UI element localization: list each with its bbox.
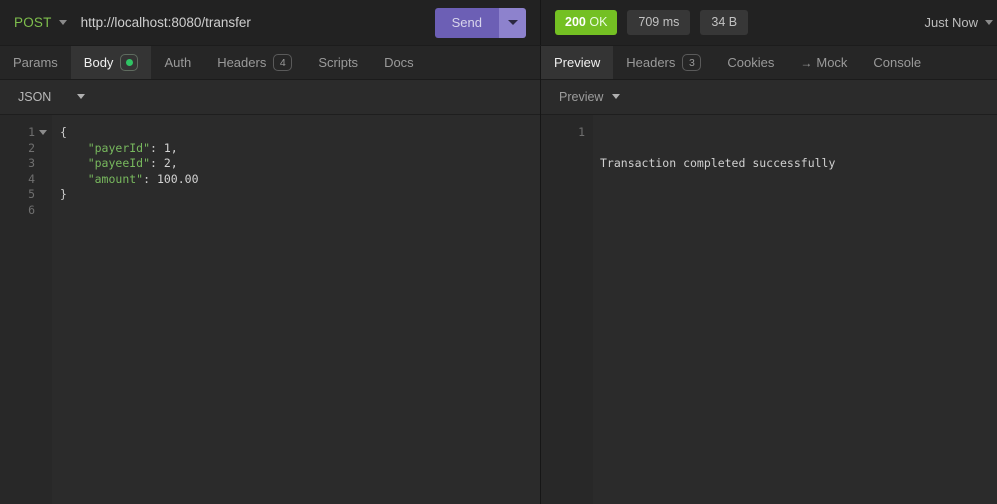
http-method-selector[interactable]: POST	[14, 15, 67, 30]
tab-label: Mock	[816, 55, 848, 70]
tab-label: Headers	[217, 55, 267, 70]
url-bar-left: POST Send	[0, 0, 541, 45]
request-editor-code[interactable]: { "payerId": 1, "payeeId": 2, "amount": …	[52, 115, 540, 504]
line-number: 4	[28, 171, 35, 186]
tab-docs[interactable]: Docs	[371, 46, 427, 79]
url-input[interactable]	[80, 0, 425, 45]
tab-count-badge: 3	[682, 54, 702, 71]
body-format-label: JSON	[18, 90, 52, 104]
line-number: 1	[0, 125, 52, 141]
request-editor-gutter: 123456	[0, 115, 52, 504]
line-number: 2	[28, 140, 35, 155]
green-dot	[125, 59, 133, 66]
send-button[interactable]: Send	[434, 7, 499, 38]
tab-label: Docs	[384, 55, 414, 70]
response-view-selector[interactable]: Preview	[559, 90, 621, 104]
response-editor-code: Transaction completed successfully	[593, 115, 997, 504]
json-key: "payerId"	[87, 140, 151, 155]
json-punctuation: }	[60, 187, 67, 202]
tab-label: Headers	[626, 55, 676, 70]
json-punctuation: :	[150, 140, 164, 155]
response-line: Transaction completed successfully	[600, 156, 836, 171]
line-number: 3	[28, 156, 35, 171]
json-punctuation: :	[143, 171, 157, 186]
response-time-badge: 709 ms	[627, 10, 691, 35]
response-size-badge: 34 B	[700, 10, 749, 35]
body-present-dot-icon	[120, 54, 139, 71]
response-timestamp-label: Just Now	[924, 15, 978, 30]
code-line: "payeeId": 2,	[60, 156, 540, 172]
tab-preview[interactable]: Preview	[541, 46, 614, 79]
response-status-bar: 200 OK 709 ms 34 B Just Now	[541, 0, 997, 45]
request-body-editor[interactable]: 123456 { "payerId": 1, "payeeId": 2, "am…	[0, 115, 540, 504]
send-options-button[interactable]	[499, 7, 526, 38]
request-pane: Params Body Auth Headers 4 Scripts Docs JSON 1…	[0, 46, 541, 504]
response-timestamp-selector[interactable]: Just Now	[925, 15, 993, 30]
json-key: "payeeId"	[87, 156, 151, 171]
tab-scripts[interactable]: Scripts	[305, 46, 371, 79]
code-line: "amount": 100.00	[60, 172, 540, 188]
line-number: 1	[578, 125, 585, 139]
request-url-bar: POST Send 200 OK 709 ms 34 B Just Now	[0, 0, 997, 46]
tab-cookies[interactable]: Cookies	[714, 46, 787, 79]
json-value: 1,	[163, 140, 178, 155]
chevron-down-icon	[507, 20, 518, 25]
request-body-format-bar: JSON	[0, 80, 540, 115]
arrow-right-icon: →	[800, 55, 813, 70]
response-view-label: Preview	[559, 90, 604, 104]
chevron-down-icon	[77, 94, 86, 99]
chevron-down-icon	[612, 94, 621, 99]
response-tabbar: Preview Headers 3 Cookies → Mock Console	[541, 46, 997, 80]
json-value: 2,	[163, 156, 178, 171]
status-text: OK	[589, 15, 608, 30]
status-code: 200	[565, 15, 586, 30]
send-button-group: Send	[434, 7, 526, 38]
code-line: }	[60, 187, 540, 203]
json-punctuation: :	[150, 156, 164, 171]
tab-params[interactable]: Params	[0, 46, 71, 79]
fold-toggle-icon[interactable]	[39, 130, 47, 135]
http-method-label: POST	[14, 15, 52, 30]
tab-console[interactable]: Console	[860, 46, 934, 79]
tab-label: Body	[83, 55, 114, 70]
tab-label: Cookies	[727, 55, 775, 70]
tab-count-badge: 4	[273, 54, 293, 71]
api-client-window: POST Send 200 OK 709 ms 34 B Just Now	[0, 0, 997, 504]
tab-label: Preview	[554, 55, 601, 70]
code-line: "payerId": 1,	[60, 141, 540, 157]
tab-headers[interactable]: Headers 4	[204, 46, 305, 79]
tab-response-headers[interactable]: Headers 3	[613, 46, 714, 79]
tab-label: Console	[873, 55, 922, 70]
code-line: {	[60, 125, 540, 141]
status-badge: 200 OK	[555, 10, 618, 35]
tab-label: Params	[13, 55, 58, 70]
json-punctuation: {	[60, 125, 67, 139]
line-number: 6	[28, 202, 35, 217]
request-tabbar: Params Body Auth Headers 4 Scripts Docs	[0, 46, 540, 80]
chevron-down-icon	[985, 19, 993, 25]
tab-auth[interactable]: Auth	[151, 46, 204, 79]
tab-label: Scripts	[318, 55, 359, 70]
json-key: "amount"	[87, 171, 144, 186]
tab-mock[interactable]: → Mock	[787, 46, 860, 79]
response-view-bar: Preview	[541, 80, 997, 115]
json-value: 100.00	[156, 171, 199, 186]
response-body-viewer[interactable]: 1 Transaction completed successfully	[541, 115, 997, 504]
panes-container: Params Body Auth Headers 4 Scripts Docs JSON 1…	[0, 46, 997, 504]
chevron-down-icon	[58, 19, 67, 25]
line-number: 5	[28, 187, 35, 202]
response-editor-gutter: 1	[541, 115, 593, 504]
tab-body[interactable]: Body	[70, 46, 152, 79]
response-pane: Preview Headers 3 Cookies → Mock Console Previ…	[541, 46, 997, 504]
body-format-selector[interactable]: JSON	[18, 90, 86, 104]
tab-label: Auth	[164, 55, 192, 70]
